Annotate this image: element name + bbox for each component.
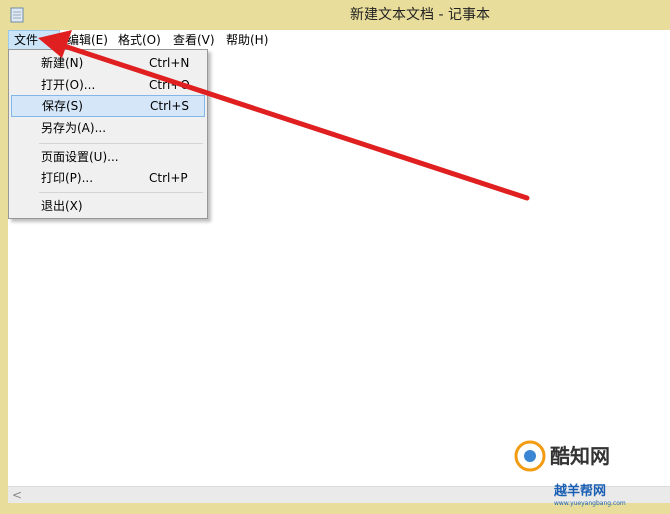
menu-item-shortcut: Ctrl+S [150,99,190,113]
menu-item-label: 退出(X) [41,199,83,213]
menu-separator [39,192,203,193]
watermark-brand: 越羊帮网 [554,484,607,499]
file-menu-dropdown: 新建(N) Ctrl+N 打开(O)... Ctrl+O 保存(S) Ctrl+… [8,49,208,219]
menu-edit[interactable]: 编辑(E) [62,30,113,50]
menu-item-label: 另存为(A)... [41,121,107,135]
watermark-url: www.yueyangbang.com [554,500,626,507]
menu-item-label: 页面设置(U)... [41,150,119,164]
menu-item-shortcut: Ctrl+O [149,78,190,92]
watermark-name: 酷知网 [550,444,610,468]
menu-item-shortcut: Ctrl+P [149,171,188,185]
file-menu-save[interactable]: 保存(S) Ctrl+S [11,95,205,117]
file-menu-new[interactable]: 新建(N) Ctrl+N [11,52,205,74]
menu-item-label: 打印(P)... [41,171,94,185]
file-menu-save-as[interactable]: 另存为(A)... [11,117,205,139]
file-menu-open[interactable]: 打开(O)... Ctrl+O [11,74,205,96]
notepad-window: 新建文本文档 - 记事本 文件(F) 编辑(E) 格式(O) 查看(V) 帮助(… [0,0,670,514]
menu-item-shortcut: Ctrl+N [149,56,190,70]
menu-help[interactable]: 帮助(H) [221,30,273,50]
file-menu-print[interactable]: 打印(P)... Ctrl+P [11,167,205,189]
menu-file[interactable]: 文件(F) [8,30,60,65]
menu-item-label: 保存(S) [42,99,83,113]
file-menu-exit[interactable]: 退出(X) [11,195,205,217]
watermark-emblem-icon [514,440,546,472]
window-title: 新建文本文档 - 记事本 [350,7,490,23]
menu-bar: 文件(F) 编辑(E) 格式(O) 查看(V) 帮助(H) [8,30,670,65]
menu-view[interactable]: 查看(V) [168,30,220,50]
menu-item-label: 新建(N) [41,56,84,70]
menu-separator [39,143,203,144]
menu-format[interactable]: 格式(O) [113,30,166,50]
file-menu-page-setup[interactable]: 页面设置(U)... [11,146,205,168]
title-bar[interactable]: 新建文本文档 - 记事本 [0,0,670,30]
watermark-logo: 酷知网 越羊帮网 www.yueyangbang.com [510,430,670,514]
menu-item-label: 打开(O)... [41,78,96,92]
scroll-left-arrow-icon[interactable]: < [12,488,22,502]
